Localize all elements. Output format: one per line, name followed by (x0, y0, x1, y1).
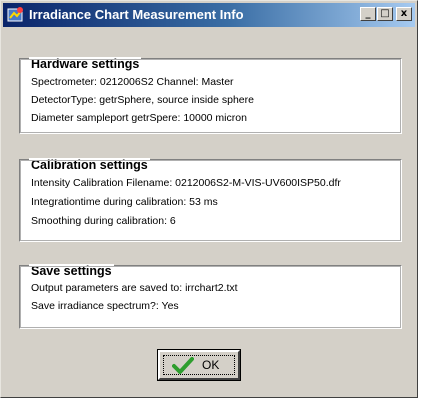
maximize-button[interactable]: □ (377, 7, 393, 21)
smoothing-line: Smoothing during calibration: 6 (31, 215, 176, 227)
hardware-settings-heading: Hardware settings (29, 57, 142, 71)
output-file-line: Output parameters are saved to: irrchart… (31, 282, 238, 294)
calibration-settings-heading: Calibration settings (29, 158, 150, 172)
spectrometer-line: Spectrometer: 0212006S2 Channel: Master (31, 76, 234, 88)
sampleport-diameter-line: Diameter sampleport getrSpere: 10000 mic… (31, 112, 247, 124)
minimize-button[interactable]: _ (360, 7, 376, 21)
save-settings-heading: Save settings (29, 264, 114, 278)
save-spectrum-line: Save irradiance spectrum?: Yes (31, 300, 179, 312)
close-button[interactable]: x (396, 7, 412, 21)
hardware-settings-group: Hardware settings Spectrometer: 0212006S… (19, 57, 402, 134)
window-title: Irradiance Chart Measurement Info (29, 7, 244, 22)
save-settings-group: Save settings Output parameters are save… (19, 264, 402, 329)
detector-type-line: DetectorType: getrSphere, source inside … (31, 94, 254, 106)
checkmark-icon (172, 357, 194, 374)
app-icon (7, 7, 23, 22)
dialog-window: Irradiance Chart Measurement Info _ □ x … (0, 0, 418, 398)
ok-button[interactable]: OK (157, 349, 241, 381)
title-bar[interactable]: Irradiance Chart Measurement Info _ □ x (3, 3, 415, 27)
integration-time-line: Integrationtime during calibration: 53 m… (31, 196, 218, 208)
ok-button-label: OK (202, 358, 220, 372)
calibration-settings-group: Calibration settings Intensity Calibrati… (19, 158, 402, 242)
calibration-filename-line: Intensity Calibration Filename: 0212006S… (31, 177, 341, 189)
